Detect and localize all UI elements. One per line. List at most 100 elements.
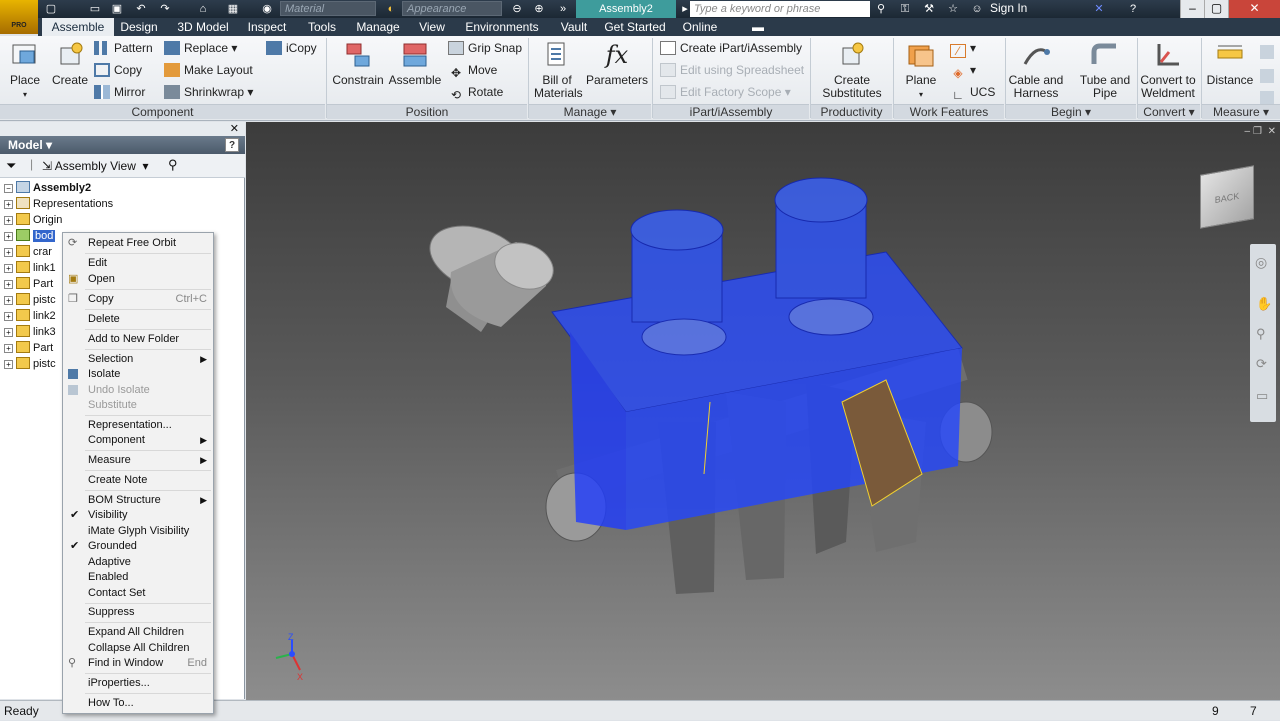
expand-icon[interactable]: + bbox=[4, 200, 13, 209]
expand-icon[interactable]: + bbox=[4, 312, 13, 321]
app-logo[interactable]: PRO bbox=[0, 0, 38, 34]
mirror-button[interactable]: Mirror bbox=[94, 82, 145, 102]
collapse-icon[interactable]: − bbox=[4, 184, 13, 193]
zoom-icon[interactable]: ⚲ bbox=[1256, 326, 1266, 342]
group-begin-label[interactable]: Begin ▾ bbox=[1006, 104, 1136, 119]
save-icon[interactable]: ▣ bbox=[110, 2, 124, 16]
menu-item-imate-glyph-visibility[interactable]: iMate Glyph Visibility bbox=[63, 523, 213, 539]
make-layout-button[interactable]: Make Layout bbox=[164, 60, 253, 80]
expand-icon[interactable]: + bbox=[4, 296, 13, 305]
bill-of-materials-button[interactable]: Bill of Materials bbox=[534, 38, 583, 102]
tree-item-link2[interactable]: + link2 bbox=[4, 308, 56, 324]
measure-tool-button[interactable] bbox=[1260, 42, 1278, 62]
search-input[interactable]: Type a keyword or phrase bbox=[690, 1, 870, 17]
tree-item-root[interactable]: − Assembly2 bbox=[4, 180, 91, 196]
help-icon[interactable]: ? bbox=[1126, 2, 1140, 16]
menu-item-component[interactable]: Component ▶ bbox=[63, 432, 213, 448]
group-convert-label[interactable]: Convert ▾ bbox=[1138, 104, 1200, 119]
grip-snap-button[interactable]: Grip Snap bbox=[448, 38, 522, 58]
distance-button[interactable]: Distance bbox=[1204, 38, 1256, 102]
wrench-icon[interactable]: ⚒ bbox=[922, 2, 936, 16]
rotate-button[interactable]: ⟲ Rotate bbox=[448, 82, 503, 102]
tube-pipe-button[interactable]: Tube and Pipe bbox=[1076, 38, 1134, 102]
material-dropdown[interactable]: Material bbox=[280, 1, 376, 16]
look-at-icon[interactable]: ▭ bbox=[1256, 388, 1268, 404]
appearance-dropdown[interactable]: Appearance bbox=[402, 1, 502, 16]
filter-icon[interactable]: ⏷ bbox=[6, 158, 16, 174]
menu-item-undo-isolate[interactable]: Undo Isolate bbox=[63, 382, 213, 398]
tab-vault[interactable]: Vault bbox=[554, 18, 594, 36]
adjust-icon[interactable]: ⊕ bbox=[532, 2, 546, 16]
move-button[interactable]: ✥ Move bbox=[448, 60, 497, 80]
menu-item-iproperties[interactable]: iProperties... bbox=[63, 675, 213, 691]
tab-view[interactable]: View bbox=[414, 18, 450, 36]
shrinkwrap-button[interactable]: Shrinkwrap ▾ bbox=[164, 82, 253, 102]
constrain-button[interactable]: Constrain bbox=[330, 38, 386, 102]
axis-button[interactable]: ⁄ ▾ bbox=[950, 38, 976, 58]
graphics-viewport[interactable]: – ❐ ✕ BACK Z X bbox=[246, 122, 1280, 700]
tree-item-representations[interactable]: + Representations bbox=[4, 196, 113, 212]
expand-icon[interactable]: + bbox=[4, 264, 13, 273]
ucs-button[interactable]: ∟ UCS bbox=[950, 82, 995, 102]
pan-icon[interactable]: ✋ bbox=[1256, 296, 1272, 312]
viewcube[interactable]: BACK bbox=[1200, 165, 1254, 229]
key-icon[interactable]: ⚿ bbox=[898, 2, 912, 16]
point-button[interactable]: ◈ ▾ bbox=[950, 60, 976, 80]
menu-item-suppress[interactable]: Suppress bbox=[63, 604, 213, 620]
find-icon[interactable]: ⚲ bbox=[168, 157, 178, 173]
pattern-button[interactable]: Pattern bbox=[94, 38, 153, 58]
menu-item-collapse-all[interactable]: Collapse All Children bbox=[63, 640, 213, 656]
menu-item-repeat-free-orbit[interactable]: ⟳ Repeat Free Orbit bbox=[63, 235, 213, 251]
home-icon[interactable]: ⌂ bbox=[196, 2, 210, 16]
star-icon[interactable]: ☆ bbox=[946, 2, 960, 16]
edit-spreadsheet-button[interactable]: Edit using Spreadsheet bbox=[660, 60, 804, 80]
tab-online[interactable]: Online bbox=[678, 18, 722, 36]
menu-item-copy[interactable]: ❐ Copy Ctrl+C bbox=[63, 291, 213, 307]
menu-item-representation[interactable]: Representation... bbox=[63, 417, 213, 433]
menu-item-adaptive[interactable]: Adaptive bbox=[63, 554, 213, 570]
minimize-button[interactable]: – bbox=[1180, 0, 1204, 18]
tree-item-origin[interactable]: + Origin bbox=[4, 212, 62, 228]
tab-tools[interactable]: Tools bbox=[302, 18, 342, 36]
tree-item-link3[interactable]: + link3 bbox=[4, 324, 56, 340]
menu-item-how-to[interactable]: How To... bbox=[63, 695, 213, 711]
edit-factory-button[interactable]: Edit Factory Scope ▾ bbox=[660, 82, 791, 102]
tree-item-piston[interactable]: + pistc bbox=[4, 292, 56, 308]
menu-item-bom-structure[interactable]: BOM Structure ▶ bbox=[63, 492, 213, 508]
tab-environments[interactable]: Environments bbox=[460, 18, 544, 36]
new-icon[interactable]: ▢ bbox=[44, 2, 58, 16]
plane-button[interactable]: Plane ▾ bbox=[898, 38, 944, 102]
place-button[interactable]: Place ▾ bbox=[4, 38, 46, 102]
menu-item-substitute[interactable]: Substitute bbox=[63, 397, 213, 413]
menu-item-visibility[interactable]: ✔ Visibility bbox=[63, 507, 213, 523]
menu-item-open[interactable]: ▣ Open bbox=[63, 271, 213, 287]
menu-item-create-note[interactable]: Create Note bbox=[63, 472, 213, 488]
assembly-view-dropdown[interactable]: ⇲ Assembly View ▾ bbox=[42, 159, 149, 173]
binoculars-icon[interactable]: ⚲ bbox=[874, 2, 888, 16]
expand-icon[interactable]: + bbox=[4, 280, 13, 289]
cable-harness-button[interactable]: Cable and Harness bbox=[1008, 38, 1064, 102]
expand-icon[interactable]: + bbox=[4, 216, 13, 225]
exchange-icon[interactable]: ✕ bbox=[1092, 2, 1106, 16]
expand-icon[interactable]: + bbox=[4, 248, 13, 257]
more-quickaccess-icon[interactable]: » bbox=[556, 2, 570, 16]
redo-icon[interactable]: ↷ bbox=[158, 2, 172, 16]
expand-icon[interactable]: + bbox=[4, 328, 13, 337]
convert-weldment-button[interactable]: Convert to Weldment bbox=[1138, 38, 1198, 102]
ribbon-options-icon[interactable]: ▬ bbox=[748, 18, 768, 36]
clear-appearance-icon[interactable]: ⊖ bbox=[510, 2, 524, 16]
maximize-button[interactable]: ▢ bbox=[1204, 0, 1228, 18]
menu-item-selection[interactable]: Selection ▶ bbox=[63, 351, 213, 367]
color-icon[interactable]: ◉ bbox=[260, 2, 274, 16]
create-substitutes-button[interactable]: Create Substitutes bbox=[818, 38, 886, 102]
menu-item-add-to-new-folder[interactable]: Add to New Folder bbox=[63, 331, 213, 347]
expand-icon[interactable]: + bbox=[4, 344, 13, 353]
expand-icon[interactable]: + bbox=[4, 232, 13, 241]
create-button[interactable]: Create bbox=[50, 38, 90, 102]
menu-item-expand-all[interactable]: Expand All Children bbox=[63, 624, 213, 640]
steering-wheel-icon[interactable]: ◎ bbox=[1255, 254, 1267, 271]
tab-manage[interactable]: Manage bbox=[352, 18, 404, 36]
measure-angle-button[interactable] bbox=[1260, 66, 1278, 86]
group-manage-label[interactable]: Manage ▾ bbox=[529, 104, 651, 119]
menu-item-edit[interactable]: Edit bbox=[63, 255, 213, 271]
